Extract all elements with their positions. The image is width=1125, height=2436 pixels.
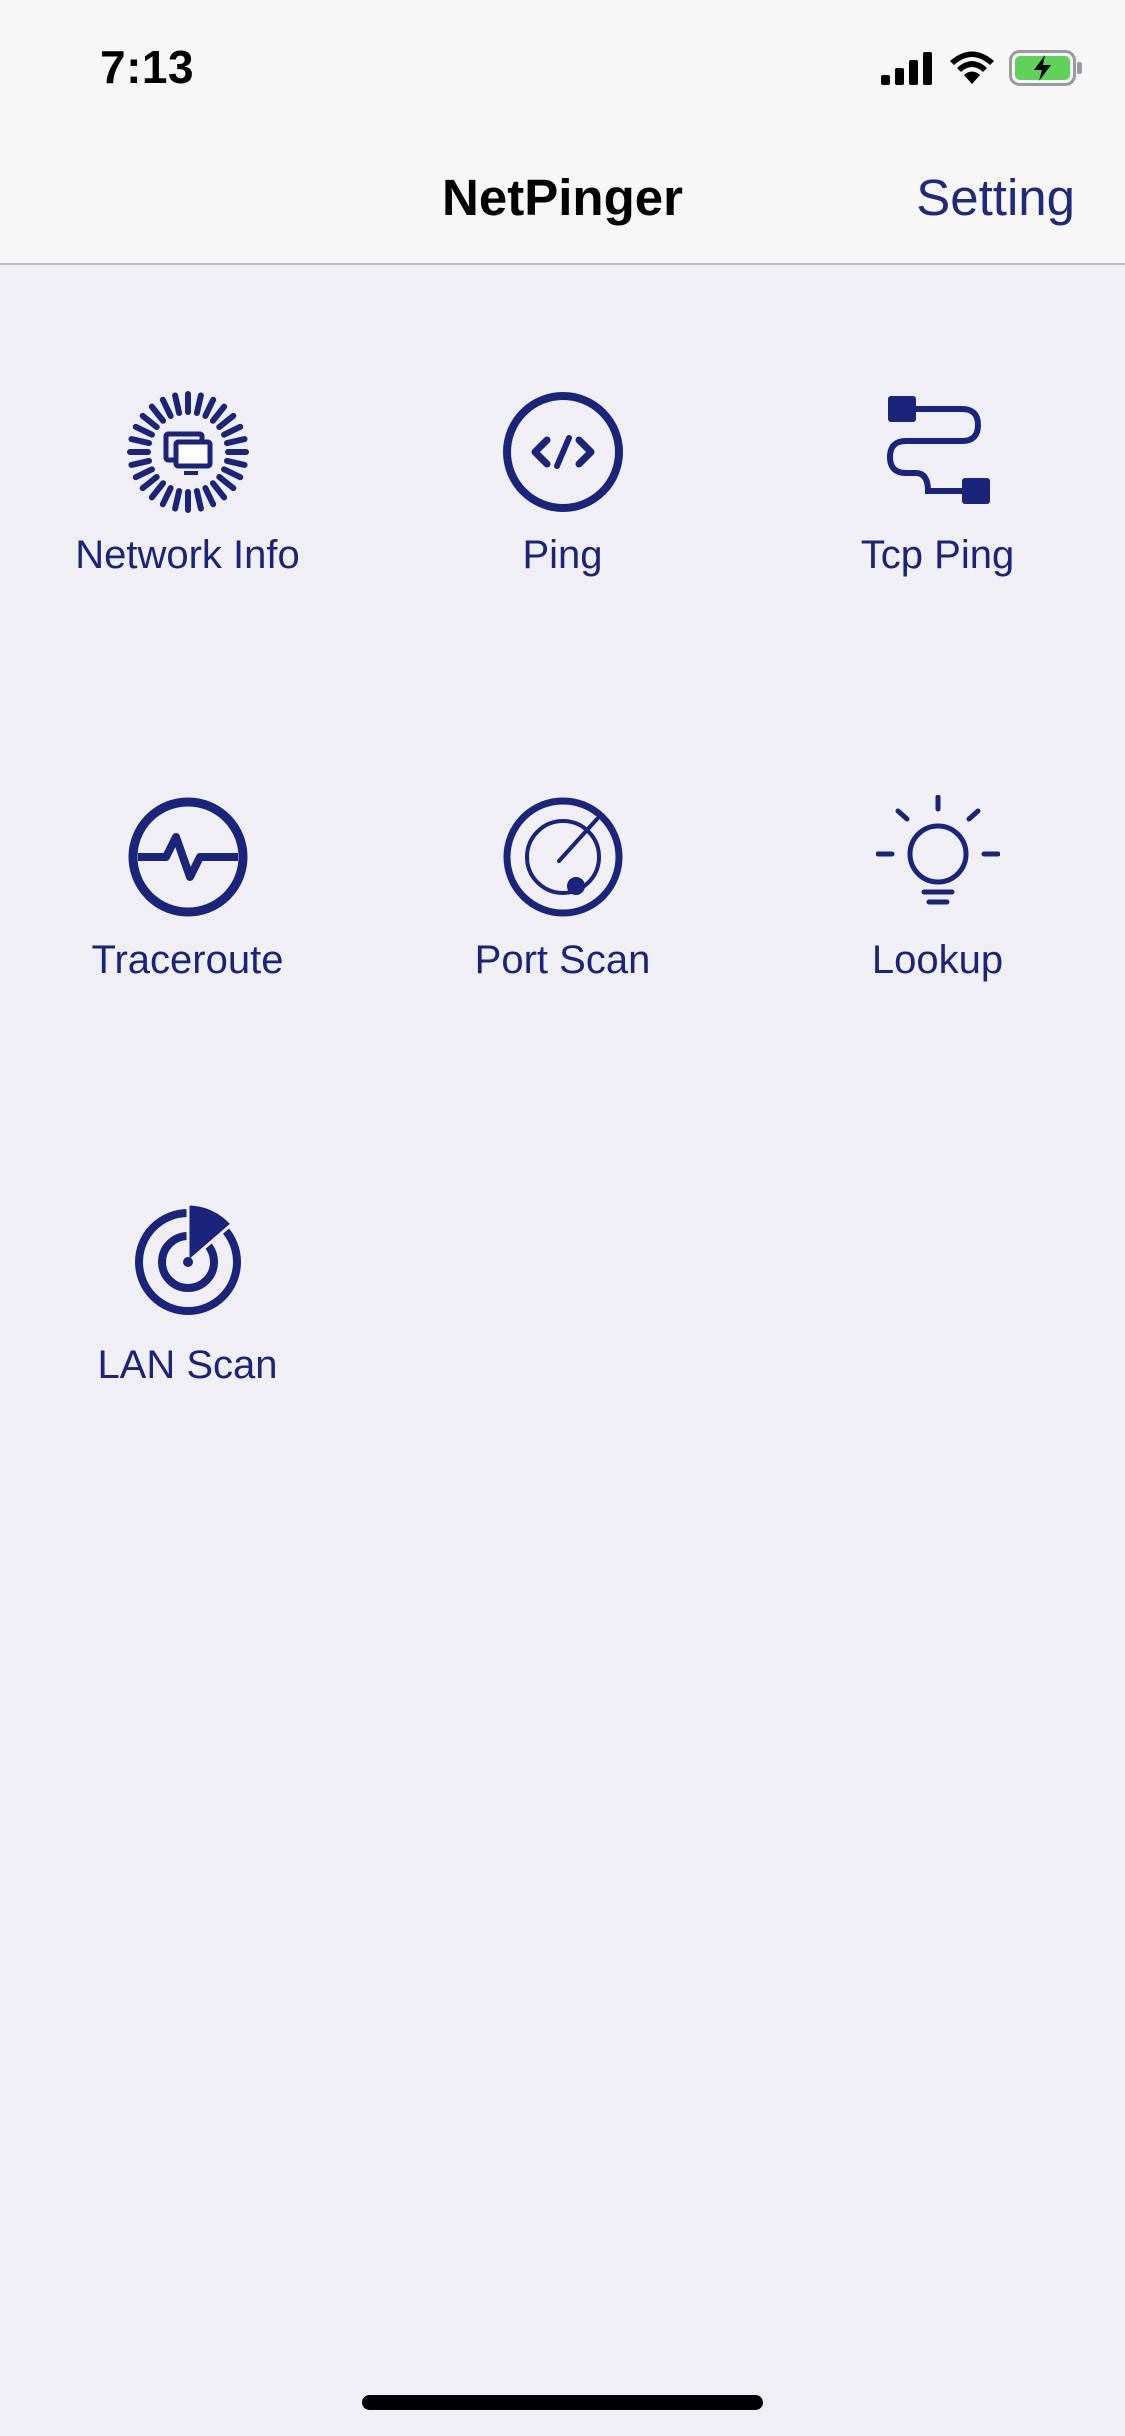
ray-mark <box>159 485 174 508</box>
tool-label: Network Info <box>75 533 300 577</box>
ray-mark <box>201 485 216 508</box>
network-info-icon <box>126 391 249 513</box>
ray-mark <box>171 487 182 512</box>
ray-mark <box>223 457 248 468</box>
tool-traceroute[interactable]: Traceroute <box>0 670 375 1075</box>
ray-mark <box>148 403 166 424</box>
lookup-icon <box>875 795 1000 905</box>
ray-mark <box>193 392 204 417</box>
tool-label: LAN Scan <box>97 1343 278 1387</box>
tool-network-info[interactable]: Network Info <box>0 265 375 670</box>
ray-mark <box>209 480 227 501</box>
wifi-icon <box>950 51 994 84</box>
tool-port-scan[interactable]: Port Scan <box>375 670 750 1075</box>
battery-charging-icon <box>1009 50 1082 86</box>
tool-tcp-ping[interactable]: Tcp Ping <box>750 265 1125 670</box>
ray-mark <box>148 480 166 501</box>
ray-mark <box>127 457 152 468</box>
tool-ping[interactable]: Ping <box>375 265 750 670</box>
ray-mark <box>132 466 155 481</box>
tool-label: Lookup <box>871 938 1004 982</box>
tool-lookup[interactable]: Lookup <box>750 670 1125 1075</box>
traceroute-icon <box>128 797 247 917</box>
setting-button[interactable]: Setting <box>916 168 1075 227</box>
ray-mark <box>209 403 227 424</box>
ray-mark <box>132 423 155 438</box>
home-indicator[interactable] <box>362 2395 763 2410</box>
ray-mark <box>223 436 248 447</box>
cellular-signal-icon <box>881 52 932 85</box>
ray-mark <box>220 423 243 438</box>
ray-mark <box>215 412 236 431</box>
status-time: 7:13 <box>100 41 195 93</box>
ray-mark <box>139 412 160 431</box>
tool-label: Port Scan <box>474 938 651 982</box>
tool-label: Ping <box>522 533 603 577</box>
tcp-ping-icon <box>886 396 990 504</box>
ray-mark <box>139 473 160 492</box>
ray-mark <box>193 487 204 512</box>
tool-label: Tcp Ping <box>860 533 1015 577</box>
tool-label: Traceroute <box>91 938 284 982</box>
ray-mark <box>215 473 236 492</box>
port-scan-icon <box>503 797 622 917</box>
lan-scan-icon <box>134 1202 241 1315</box>
ray-mark <box>201 396 216 419</box>
ray-mark <box>159 396 174 419</box>
ray-mark <box>220 466 243 481</box>
status-icons <box>881 48 1083 88</box>
navigation-bar: NetPinger Setting <box>0 132 1125 265</box>
ray-mark <box>127 436 152 447</box>
status-bar: 7:13 <box>0 0 1125 132</box>
ray-mark <box>171 392 182 417</box>
tool-lan-scan[interactable]: LAN Scan <box>0 1075 375 1480</box>
ping-icon <box>502 392 623 512</box>
